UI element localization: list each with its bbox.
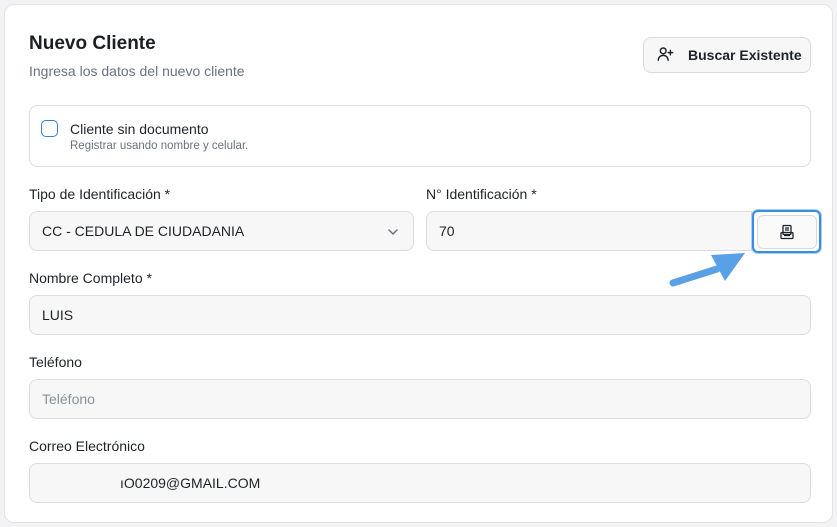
email-value: ıO0209@GMAIL.COM: [120, 475, 261, 491]
page-subtitle: Ingresa los datos del nuevo cliente: [29, 63, 245, 79]
email-input[interactable]: ıO0209@GMAIL.COM: [29, 463, 811, 503]
id-type-label: Tipo de Identificación *: [29, 186, 171, 202]
document-lookup-inner: [756, 214, 817, 249]
id-number-label: N° Identificación *: [426, 186, 537, 202]
full-name-input[interactable]: LUIS: [29, 295, 811, 335]
page-title: Nuevo Cliente: [29, 33, 156, 54]
phone-placeholder: Teléfono: [42, 391, 95, 407]
full-name-label: Nombre Completo *: [29, 270, 152, 286]
user-plus-icon: [656, 45, 674, 66]
document-lookup-icon: [779, 224, 794, 239]
search-existing-button[interactable]: Buscar Existente: [643, 37, 811, 73]
id-type-value: CC - CEDULA DE CIUDADANIA: [42, 223, 245, 239]
new-client-card: Nuevo Cliente Ingresa los datos del nuev…: [4, 4, 833, 523]
chevron-down-icon: [388, 229, 398, 236]
id-type-select[interactable]: CC - CEDULA DE CIUDADANIA: [29, 211, 414, 251]
no-document-label: Cliente sin documento: [70, 121, 209, 137]
phone-label: Teléfono: [29, 354, 82, 370]
full-name-value: LUIS: [42, 307, 74, 323]
email-label: Correo Electrónico: [29, 438, 145, 454]
phone-input[interactable]: Teléfono: [29, 379, 811, 419]
id-number-value: 70: [439, 223, 455, 239]
no-document-checkbox[interactable]: [41, 120, 58, 137]
annotation-arrow: [669, 253, 745, 287]
no-document-hint: Registrar usando nombre y celular.: [70, 140, 249, 152]
document-lookup-button[interactable]: [752, 210, 821, 253]
no-document-option[interactable]: Cliente sin documento Registrar usando n…: [29, 105, 811, 167]
search-existing-label: Buscar Existente: [688, 47, 802, 63]
